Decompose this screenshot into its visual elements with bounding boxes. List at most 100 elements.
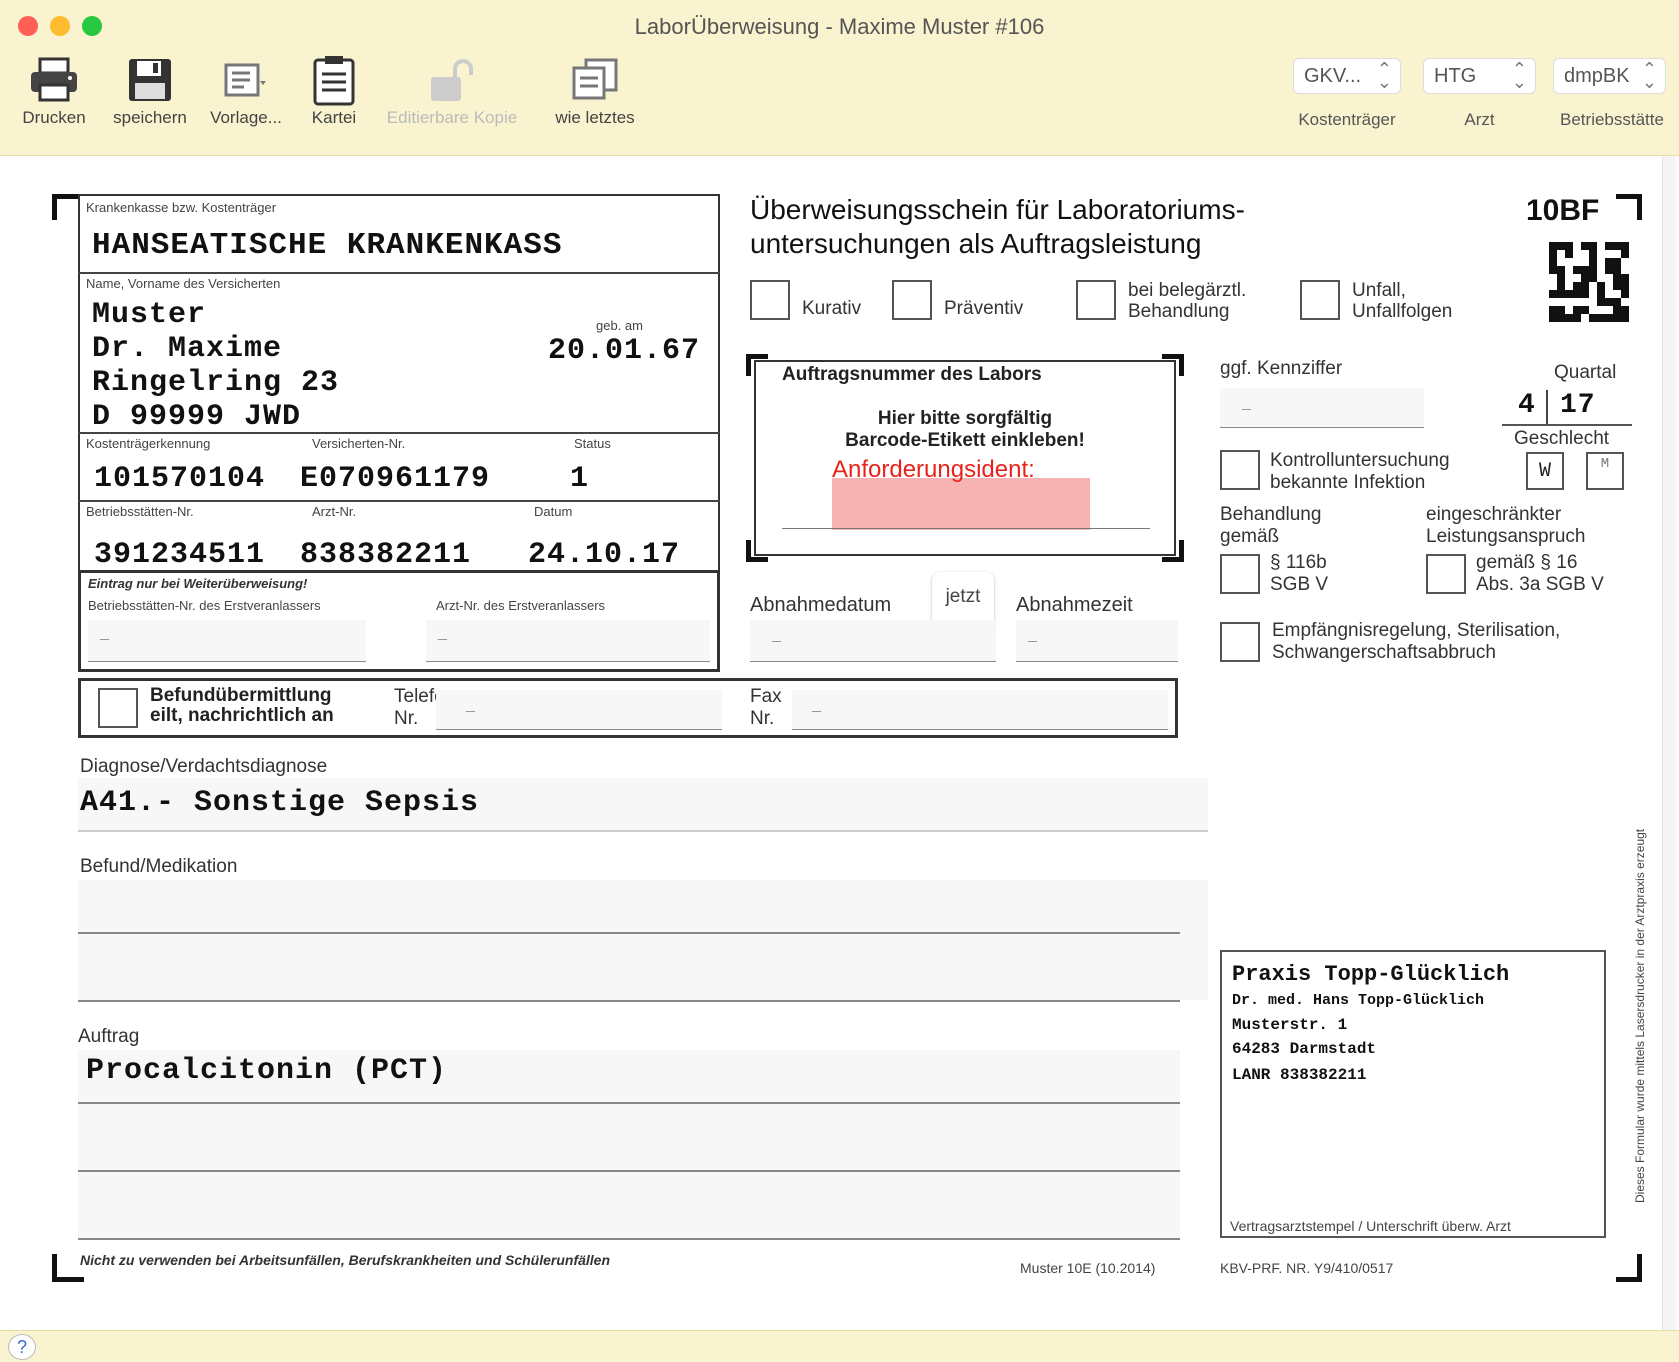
divider bbox=[78, 1102, 1180, 1104]
empfaengnis-checkbox[interactable] bbox=[1220, 622, 1260, 662]
geb-label: geb. am bbox=[596, 318, 643, 333]
stamp-caption: Vertragsarztstempel / Unterschrift überw… bbox=[1230, 1218, 1511, 1234]
kartei-button[interactable]: Kartei bbox=[284, 52, 384, 128]
kontroll-checkbox[interactable] bbox=[1220, 450, 1260, 490]
eingeschraenkt-line-1: eingeschränkter bbox=[1426, 504, 1562, 525]
unfall-line-2: Unfallfolgen bbox=[1352, 301, 1453, 322]
geschlecht-m-checkbox[interactable]: M bbox=[1586, 452, 1624, 490]
corner-mark bbox=[1616, 194, 1642, 220]
name-line-2[interactable]: Dr. Maxime bbox=[92, 332, 282, 366]
quartal-y-value[interactable]: 17 bbox=[1560, 390, 1596, 421]
telefon-field[interactable]: _ bbox=[436, 690, 722, 730]
befund-eilt-line-1: Befundübermittlung bbox=[150, 685, 332, 706]
kostentraegerkennung-value[interactable]: 101570104 bbox=[94, 462, 265, 496]
print-button[interactable]: Drucken bbox=[4, 52, 104, 128]
name-line-4[interactable]: D 99999 JWD bbox=[92, 400, 301, 434]
betriebsstaetten-value[interactable]: 391234511 bbox=[94, 538, 265, 572]
printer-icon bbox=[4, 52, 104, 108]
updown-icon: ⌃ ⌄ bbox=[1641, 59, 1657, 92]
diagnose-value: A41.- Sonstige Sepsis bbox=[80, 786, 480, 820]
sgb16-checkbox[interactable] bbox=[1426, 554, 1466, 594]
bsnr-erst-field[interactable]: _ bbox=[88, 620, 366, 662]
like-last-button[interactable]: wie letztes bbox=[540, 52, 650, 128]
fax-label: Fax Nr. bbox=[750, 686, 782, 730]
divider bbox=[78, 932, 1180, 934]
geb-value[interactable]: 20.01.67 bbox=[548, 334, 700, 368]
editable-copy-button[interactable]: Editierbare Kopie bbox=[372, 52, 532, 128]
arzt-label: Arzt bbox=[1464, 110, 1495, 129]
kasse-value[interactable]: HANSEATISCHE KRANKENKASS bbox=[92, 228, 562, 263]
praeventiv-checkbox[interactable] bbox=[892, 280, 932, 320]
belegaerztl-checkbox[interactable] bbox=[1076, 280, 1116, 320]
corner-mark bbox=[52, 194, 78, 220]
lanr-erst-label: Arzt-Nr. des Erstveranlassers bbox=[436, 598, 606, 613]
divider bbox=[1502, 424, 1632, 426]
datum-value[interactable]: 24.10.17 bbox=[528, 538, 680, 572]
divider bbox=[1546, 390, 1548, 426]
befund-eilt-line-2: eilt, nachrichtlich an bbox=[150, 705, 334, 726]
versicherten-label: Versicherten-Nr. bbox=[312, 436, 406, 451]
betriebsstaette-select[interactable]: dmpBK ⌃ ⌄ bbox=[1553, 58, 1666, 94]
behandlung-line-2: gemäß bbox=[1220, 526, 1280, 547]
kartei-label: Kartei bbox=[311, 108, 357, 127]
form-heading-line-2: untersuchungen als Auftragsleistung bbox=[750, 228, 1202, 259]
divider bbox=[78, 272, 720, 274]
arzt-select[interactable]: HTG ⌃ ⌄ bbox=[1423, 58, 1536, 94]
name-line-1[interactable]: Muster bbox=[92, 298, 206, 332]
unfall-label: Unfall, Unfallfolgen bbox=[1352, 280, 1452, 322]
divider bbox=[78, 432, 720, 434]
arzt-nr-value[interactable]: 838382211 bbox=[300, 538, 471, 572]
befund-medikation-field[interactable] bbox=[78, 880, 1208, 1000]
arzt-value: HTG bbox=[1434, 65, 1477, 87]
print-label: Drucken bbox=[22, 108, 86, 127]
floppy-disk-icon bbox=[100, 52, 200, 108]
template-button[interactable]: Vorlage... bbox=[196, 52, 296, 128]
befund-eilt-checkbox[interactable] bbox=[98, 688, 138, 728]
divider bbox=[78, 500, 720, 502]
abnahmedatum-label: Abnahmedatum bbox=[750, 594, 892, 616]
window-title: LaborÜberweisung - Maxime Muster #106 bbox=[634, 14, 1045, 39]
form-heading-line-1: Überweisungsschein für Laboratoriums- bbox=[750, 194, 1245, 225]
auftragsnummer-label: Auftragsnummer des Labors bbox=[782, 364, 1042, 385]
kennziffer-label: ggf. Kennziffer bbox=[1220, 358, 1343, 379]
behandlung-line-1: Behandlung bbox=[1220, 504, 1322, 525]
barcode-hint-line-1: Hier bitte sorgfältig bbox=[877, 408, 1053, 429]
stamp-line-4: 64283 Darmstadt bbox=[1232, 1040, 1377, 1058]
form-code: 10BF bbox=[1526, 194, 1600, 227]
vertical-scrollbar[interactable] bbox=[1662, 156, 1676, 1330]
geschlecht-w-checkbox[interactable]: W bbox=[1526, 452, 1564, 490]
kostentraeger-select[interactable]: GKV... ⌃ ⌄ bbox=[1293, 58, 1401, 94]
versicherten-value[interactable]: E070961179 bbox=[300, 462, 490, 496]
kontroll-line-2: bekannte Infektion bbox=[1270, 472, 1426, 493]
kbv-label: KBV-PRF. NR. Y9/410/0517 bbox=[1220, 1260, 1394, 1276]
stamp-line-1: Praxis Topp-Glücklich bbox=[1232, 962, 1510, 987]
belegaerztl-label: bei belegärztl. Behandlung bbox=[1128, 280, 1246, 322]
kennziffer-field[interactable]: _ bbox=[1220, 388, 1424, 428]
praeventiv-label: Präventiv bbox=[944, 298, 1024, 319]
abnahmezeit-label: Abnahmezeit bbox=[1016, 594, 1133, 616]
sgb116-line-1: § 116b bbox=[1270, 552, 1327, 573]
corner-mark bbox=[1616, 1254, 1642, 1282]
empfaengnis-label: Empfängnisregelung, Sterilisation, Schwan… bbox=[1272, 620, 1560, 664]
fax-field[interactable]: _ bbox=[792, 690, 1168, 730]
quartal-q-value[interactable]: 4 bbox=[1518, 390, 1536, 421]
unfall-checkbox[interactable] bbox=[1300, 280, 1340, 320]
sgb16-label: gemäß § 16 Abs. 3a SGB V bbox=[1476, 552, 1604, 596]
save-button[interactable]: speichern bbox=[100, 52, 200, 128]
template-icon bbox=[196, 52, 296, 108]
fax-line-2: Nr. bbox=[750, 708, 775, 729]
betriebsstaette-value: dmpBK bbox=[1564, 65, 1630, 87]
eingeschraenkt-line-2: Leistungsanspruch bbox=[1426, 526, 1586, 547]
name-label: Name, Vorname des Versicherten bbox=[86, 276, 281, 291]
sgb116-checkbox[interactable] bbox=[1220, 554, 1260, 594]
kostentraegerkennung-label: Kostenträgerkennung bbox=[86, 436, 211, 451]
kurativ-checkbox[interactable] bbox=[750, 280, 790, 320]
name-line-3[interactable]: Ringelring 23 bbox=[92, 366, 339, 400]
anforderungsident-field[interactable] bbox=[832, 478, 1090, 530]
abnahmedatum-field[interactable]: _ bbox=[750, 620, 996, 662]
abnahmezeit-field[interactable]: _ bbox=[1016, 620, 1178, 662]
status-value[interactable]: 1 bbox=[570, 462, 589, 496]
bsnr-erst-label: Betriebsstätten-Nr. des Erstveranlassers bbox=[88, 598, 321, 613]
help-icon[interactable]: ? bbox=[8, 1334, 36, 1360]
lanr-erst-field[interactable]: _ bbox=[426, 620, 710, 662]
